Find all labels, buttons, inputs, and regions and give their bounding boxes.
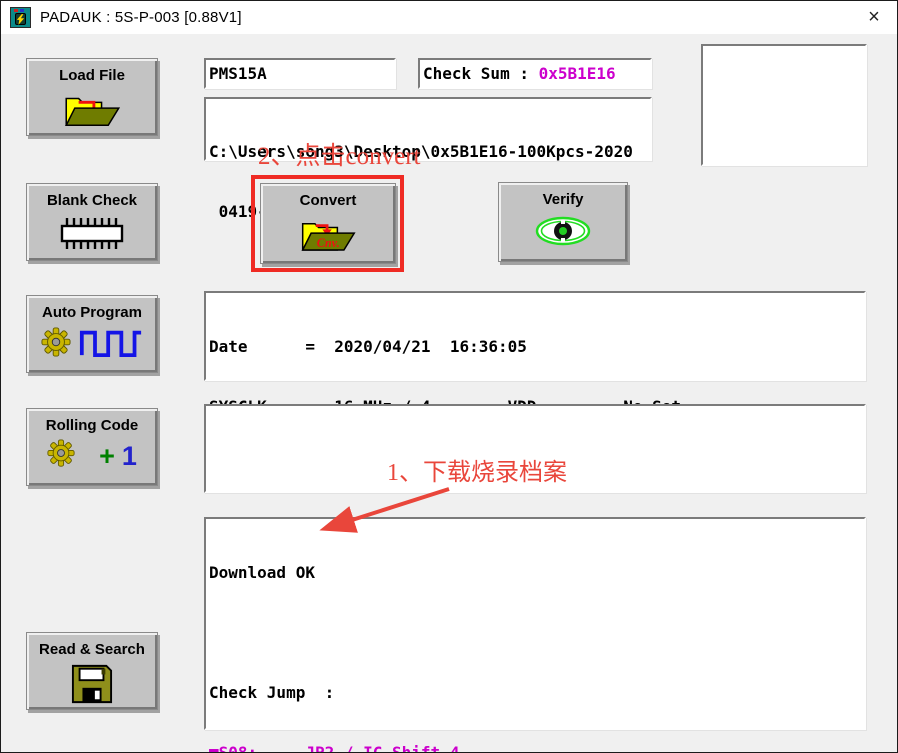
blank-check-label: Blank Check	[47, 192, 137, 209]
blank-check-button[interactable]: Blank Check	[26, 183, 158, 261]
device-name: PMS15A	[206, 60, 394, 84]
log-line: ■S08: JP2 / IC Shift 4	[209, 743, 863, 753]
lightning-icon	[15, 13, 26, 25]
read-search-label: Read & Search	[39, 641, 145, 658]
auto-program-label: Auto Program	[42, 304, 142, 321]
ic-chip-icon	[53, 214, 131, 252]
folder-convert-icon: Cnv.	[298, 214, 358, 256]
verify-button[interactable]: Verify	[498, 182, 628, 262]
square-wave-icon	[78, 326, 144, 363]
annotation-step1: 1、下载烧录档案	[387, 460, 567, 486]
plus-one-badge-plus: +	[99, 443, 115, 469]
load-file-label: Load File	[59, 67, 125, 84]
load-file-button[interactable]: Load File	[26, 58, 158, 136]
folder-load-icon	[61, 89, 123, 131]
gear-icon	[47, 439, 75, 472]
verify-eye-icon	[534, 213, 592, 249]
log-line	[209, 623, 863, 643]
device-field: PMS15A	[204, 58, 396, 89]
plus-one-badge-one: 1	[122, 443, 137, 469]
log-panel: Download OK Check Jump : ■S08: JP2 / IC …	[204, 517, 866, 730]
convert-label: Convert	[300, 192, 357, 209]
buffer-preview-box	[701, 44, 867, 166]
app-window: PADAUK : 5S-P-003 [0.88V1] × Load File B…	[0, 0, 898, 753]
app-icon	[10, 7, 31, 28]
rolling-code-label: Rolling Code	[46, 417, 139, 434]
close-icon[interactable]: ×	[851, 1, 897, 34]
config-info-panel: Date = 2020/04/21 16:36:05 SYSCLK = 16 M…	[204, 291, 866, 381]
convert-button[interactable]: Convert Cnv.	[260, 183, 396, 264]
rolling-code-button[interactable]: Rolling Code + 1	[26, 408, 158, 486]
checksum-field: Check Sum : 0x5B1E16	[418, 58, 652, 89]
floppy-disk-icon	[70, 663, 114, 705]
gear-icon	[41, 327, 71, 362]
checksum-value: 0x5B1E16	[539, 64, 616, 83]
title-bar: PADAUK : 5S-P-003 [0.88V1] ×	[1, 1, 897, 34]
checksum-label: Check Sum :	[423, 64, 539, 83]
svg-text:Cnv.: Cnv.	[317, 236, 340, 250]
log-line: Check Jump :	[209, 683, 863, 703]
window-title: PADAUK : 5S-P-003 [0.88V1]	[40, 9, 242, 26]
verify-label: Verify	[543, 191, 584, 208]
log-line: Download OK	[209, 563, 863, 583]
info-line-date: Date = 2020/04/21 16:36:05	[209, 337, 863, 357]
auto-program-button[interactable]: Auto Program	[26, 295, 158, 373]
annotation-step2: 2、点击convert	[258, 144, 420, 170]
read-search-button[interactable]: Read & Search	[26, 632, 158, 710]
